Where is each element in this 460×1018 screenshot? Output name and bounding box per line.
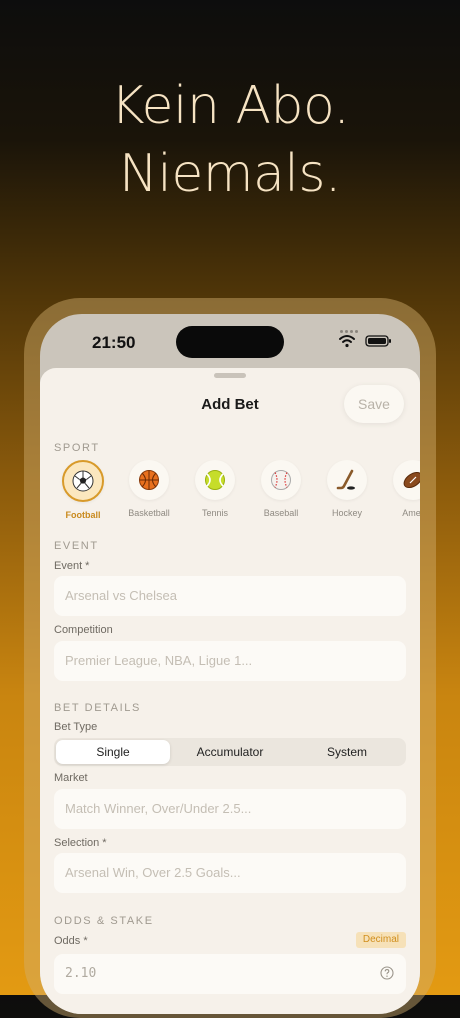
- help-icon[interactable]: [380, 966, 394, 980]
- event-label: Event *: [54, 560, 90, 572]
- soccer-ball-icon: [62, 460, 104, 502]
- odds-stake-section-title: ODDS & STAKE: [54, 915, 154, 927]
- sport-label: Hockey: [331, 508, 362, 518]
- sport-selector: Football Basketball Tennis Baseball Hock…: [54, 460, 420, 522]
- tennis-ball-icon: [195, 460, 235, 500]
- add-bet-sheet: Add Bet Save SPORT Football Basketball T…: [40, 368, 420, 1014]
- bet-type-single[interactable]: Single: [56, 740, 170, 764]
- dynamic-island: [176, 326, 284, 358]
- hockey-stick-icon: [327, 460, 367, 500]
- competition-input[interactable]: Premier League, NBA, Ligue 1...: [54, 641, 406, 681]
- bet-type-label: Bet Type: [54, 721, 98, 733]
- american-football-icon: [393, 460, 420, 500]
- sport-section-title: SPORT: [54, 442, 100, 454]
- headline-line-2: Niemals.: [119, 144, 341, 204]
- event-section-title: EVENT: [54, 540, 99, 552]
- sport-label: Basketball: [128, 508, 170, 518]
- sport-label: Baseball: [263, 508, 299, 518]
- sport-item-football[interactable]: Football: [54, 460, 114, 520]
- bet-type-accumulator[interactable]: Accumulator: [173, 740, 287, 764]
- odds-format-badge[interactable]: Decimal: [355, 932, 406, 948]
- sport-item-american-football[interactable]: Amer: [382, 460, 420, 518]
- sport-item-basketball[interactable]: Basketball: [118, 460, 180, 518]
- bet-type-system[interactable]: System: [290, 740, 404, 764]
- competition-label: Competition: [54, 624, 113, 636]
- odds-placeholder: 2.10: [65, 966, 97, 981]
- event-input[interactable]: Arsenal vs Chelsea: [54, 576, 406, 616]
- sport-item-tennis[interactable]: Tennis: [184, 460, 246, 518]
- market-label: Market: [54, 772, 88, 784]
- sport-item-baseball[interactable]: Baseball: [250, 460, 312, 518]
- sheet-grabber[interactable]: [214, 373, 246, 378]
- odds-label: Odds *: [54, 935, 88, 947]
- signal-dots-icon: [340, 320, 360, 333]
- market-input[interactable]: Match Winner, Over/Under 2.5...: [54, 789, 406, 829]
- save-button[interactable]: Save: [344, 385, 404, 423]
- selection-label: Selection *: [54, 837, 107, 849]
- sport-label: Football: [65, 510, 101, 520]
- wifi-battery-icons: [339, 335, 391, 348]
- sport-item-hockey[interactable]: Hockey: [316, 460, 378, 518]
- baseball-icon: [261, 460, 301, 500]
- headline-line-1: Kein Abo.: [110, 76, 350, 136]
- battery-icon: [365, 335, 391, 347]
- bet-details-section-title: BET DETAILS: [54, 702, 141, 714]
- phone-screen: 21:50 Add Bet Save SPORT Football Basket…: [40, 314, 420, 1014]
- sport-label: Tennis: [201, 508, 228, 518]
- sport-label: Amer: [402, 508, 420, 518]
- bet-type-segmented-control: Single Accumulator System: [54, 738, 406, 766]
- status-time: 21:50: [92, 333, 136, 352]
- odds-input[interactable]: 2.10: [54, 954, 406, 994]
- wifi-icon: [339, 335, 355, 348]
- basketball-icon: [129, 460, 169, 500]
- selection-input[interactable]: Arsenal Win, Over 2.5 Goals...: [54, 853, 406, 893]
